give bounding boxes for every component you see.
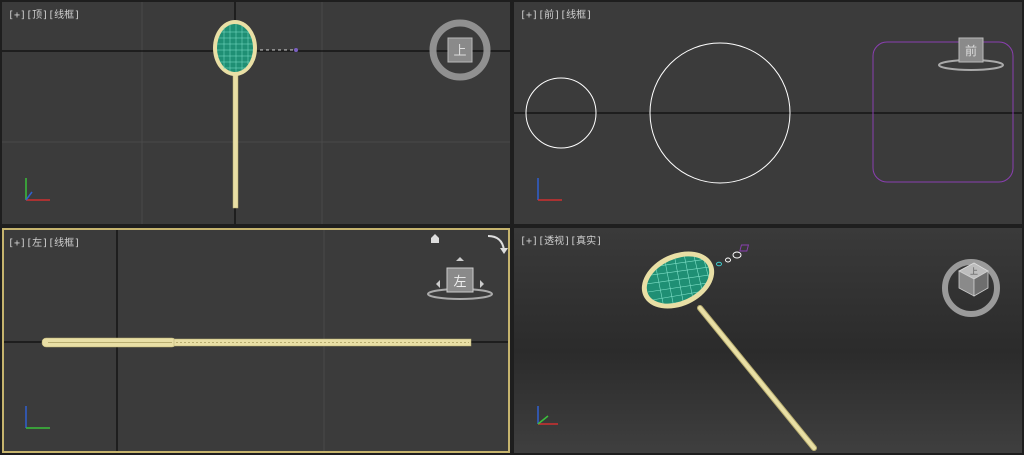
viewport-shading-mode[interactable]: [线框] <box>48 238 80 249</box>
viewport-menu-plus[interactable]: [+] <box>8 238 26 249</box>
viewport-view-name[interactable]: [左] <box>26 238 48 249</box>
viewport-perspective[interactable]: 上 [+][透视][真实] <box>514 228 1022 453</box>
viewport-label-perspective[interactable]: [+][透视][真实] <box>520 232 602 247</box>
racket-object[interactable] <box>213 20 298 209</box>
top-viewport-canvas[interactable]: 上 <box>2 2 510 224</box>
viewport-front[interactable]: 前 [+][前][线框] <box>514 2 1022 224</box>
axis-gizmo-icon <box>25 406 50 429</box>
axis-gizmo-icon <box>25 178 50 201</box>
viewport-label-left[interactable]: [+][左][线框] <box>8 234 80 249</box>
svg-text:上: 上 <box>970 267 978 276</box>
viewcube-icon[interactable]: 左 <box>427 257 493 300</box>
home-icon[interactable] <box>431 234 439 243</box>
viewport-menu-plus[interactable]: [+] <box>520 236 538 247</box>
axis-gizmo-icon <box>537 406 558 425</box>
svg-text:左: 左 <box>453 275 466 290</box>
svg-text:前: 前 <box>965 43 977 58</box>
racket-object[interactable] <box>41 337 472 348</box>
viewcube-icon[interactable]: 上 <box>942 259 1000 317</box>
viewcube-icon[interactable]: 上 <box>429 19 491 81</box>
viewport-top[interactable]: 上 [+][顶][线框] <box>2 2 510 224</box>
viewport-view-name[interactable]: [透视] <box>538 236 570 247</box>
perspective-viewport-canvas[interactable]: 上 <box>514 228 1022 453</box>
viewport-label-top[interactable]: [+][顶][线框] <box>8 6 80 21</box>
viewport-label-front[interactable]: [+][前][线框] <box>520 6 592 21</box>
viewport-menu-plus[interactable]: [+] <box>520 10 538 21</box>
axis-gizmo-icon <box>537 178 562 201</box>
racket-object[interactable] <box>633 240 817 451</box>
orbit-arrow-icon[interactable] <box>487 235 508 254</box>
viewport-menu-plus[interactable]: [+] <box>8 10 26 21</box>
circle-shapes[interactable] <box>716 244 750 267</box>
left-viewport-canvas[interactable]: 左 <box>4 230 508 451</box>
svg-text:上: 上 <box>453 44 466 59</box>
viewcube-icon[interactable]: 前 <box>938 37 1004 71</box>
viewport-view-name[interactable]: [前] <box>538 10 560 21</box>
viewport-shading-mode[interactable]: [线框] <box>48 10 80 21</box>
viewport-view-name[interactable]: [顶] <box>26 10 48 21</box>
viewport-shading-mode[interactable]: [真实] <box>570 236 602 247</box>
viewport-shading-mode[interactable]: [线框] <box>560 10 592 21</box>
viewport-left[interactable]: 左 [+][左][线框] <box>2 228 510 453</box>
front-viewport-canvas[interactable]: 前 <box>514 2 1022 224</box>
